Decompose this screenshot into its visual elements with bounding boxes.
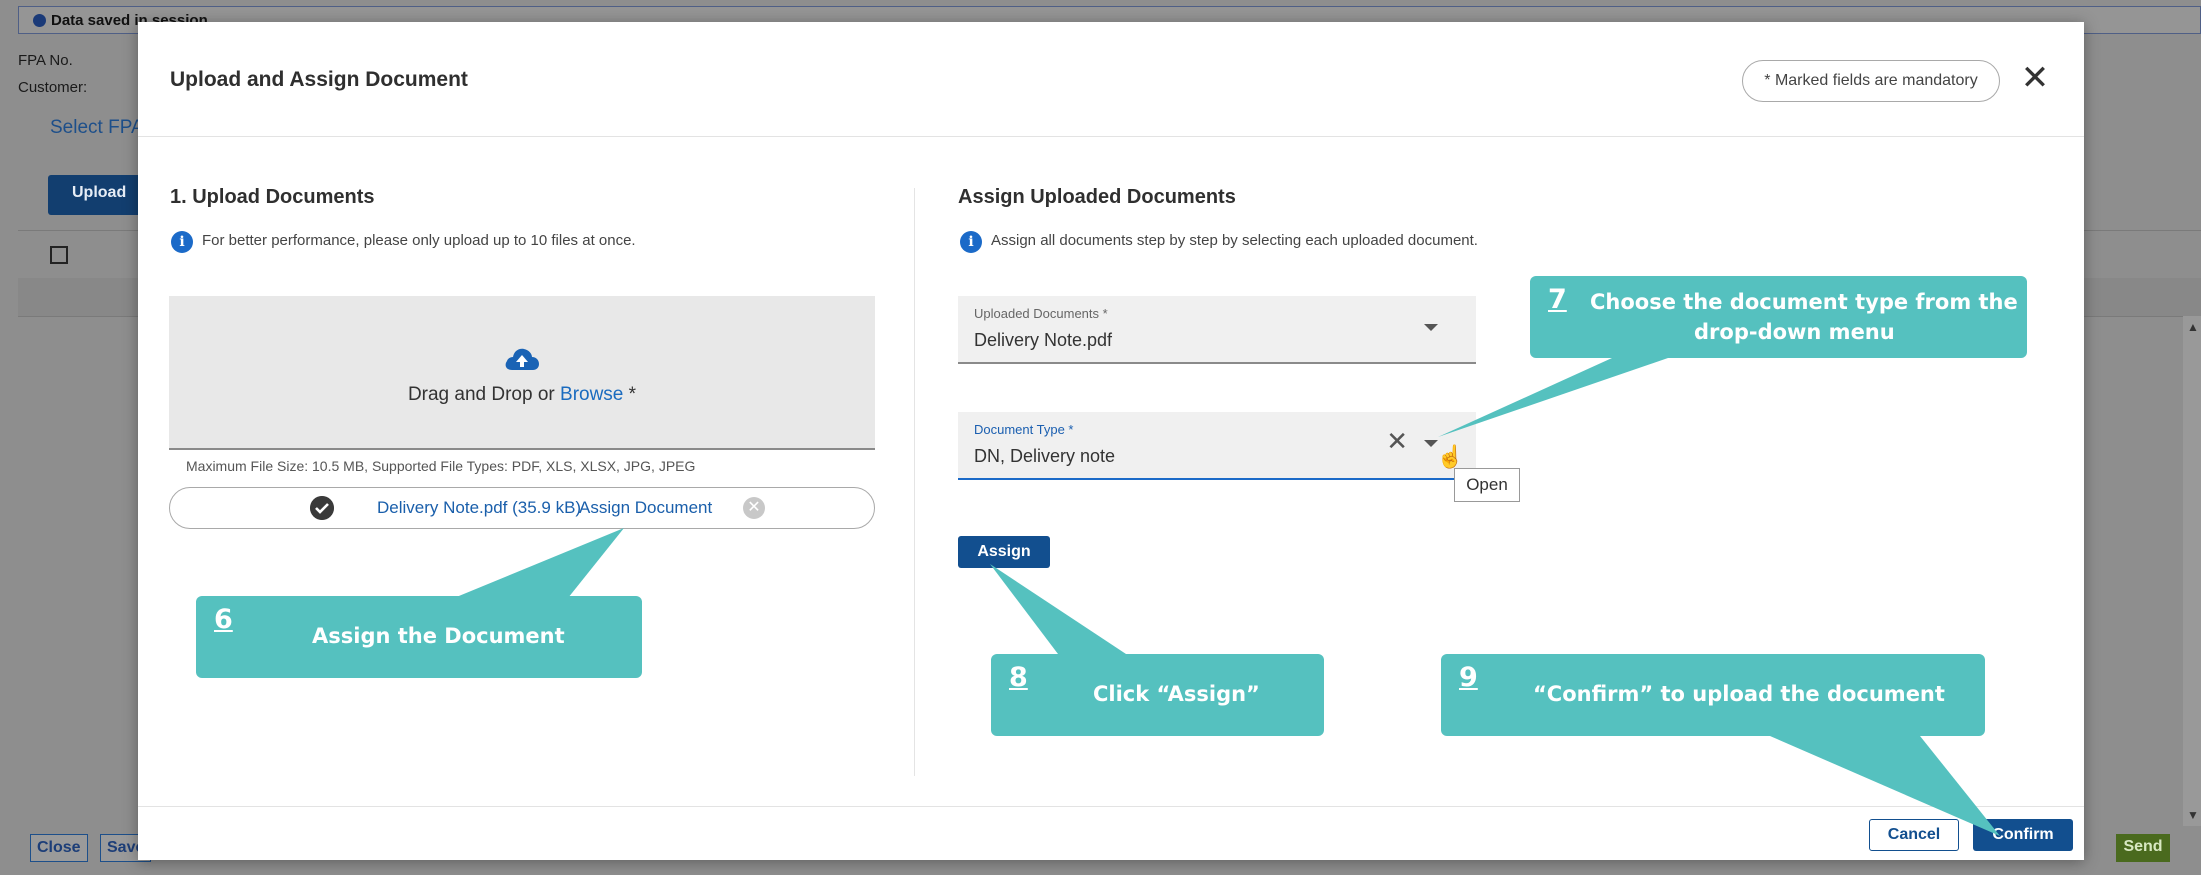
uploaded-documents-value: Delivery Note.pdf: [974, 330, 1113, 350]
document-type-label: Document Type *: [974, 422, 1074, 437]
clear-icon[interactable]: ✕: [1386, 426, 1408, 457]
info-icon: i: [960, 231, 982, 253]
info-icon: i: [171, 231, 193, 253]
scroll-up-icon[interactable]: ▲: [2187, 320, 2199, 334]
section-divider: [914, 188, 915, 776]
upload-section-title: 1. Upload Documents: [170, 186, 375, 208]
select-fpa-link[interactable]: Select FPA: [50, 117, 144, 139]
uploaded-documents-label: Uploaded Documents *: [974, 306, 1108, 321]
drop-text: Drag and Drop or: [407, 384, 561, 405]
upload-info-text: For better performance, please only uplo…: [202, 232, 636, 249]
hand-cursor-icon: ☝: [1436, 444, 1464, 469]
assign-document-link[interactable]: Assign Document: [579, 498, 712, 518]
drop-instructions: Drag and Drop or Browse *: [169, 384, 875, 406]
file-drop-zone[interactable]: Drag and Drop or Browse *: [169, 296, 875, 450]
fpa-label: FPA No.: [18, 52, 73, 69]
confirm-button[interactable]: Confirm: [1973, 819, 2073, 851]
uploaded-file-link[interactable]: Delivery Note.pdf (35.9 kB): [377, 498, 581, 518]
chevron-down-icon[interactable]: [1424, 324, 1438, 331]
cloud-upload-icon: [505, 348, 539, 370]
dialog-title: Upload and Assign Document: [170, 68, 468, 91]
document-type-value: DN, Delivery note: [974, 446, 1116, 466]
background-close-button[interactable]: Close: [30, 834, 88, 862]
file-size-note: Maximum File Size: 10.5 MB, Supported Fi…: [186, 458, 696, 474]
browse-link[interactable]: Browse: [560, 384, 623, 405]
dialog-header: Upload and Assign Document * Marked fiel…: [138, 22, 2084, 137]
required-star: *: [623, 384, 637, 405]
scroll-down-icon[interactable]: ▼: [2187, 808, 2199, 822]
uploaded-documents-select[interactable]: Uploaded Documents * Delivery Note.pdf: [958, 296, 1476, 364]
uploaded-file-item: Delivery Note.pdf (35.9 kB) Assign Docum…: [169, 487, 875, 529]
document-type-select[interactable]: Document Type * DN, Delivery note ✕ ☝: [958, 412, 1476, 480]
mandatory-fields-note: * Marked fields are mandatory: [1742, 60, 2000, 102]
cancel-button[interactable]: Cancel: [1869, 819, 1959, 851]
check-icon: [310, 496, 334, 520]
background-send-button[interactable]: Send: [2116, 834, 2170, 862]
open-tooltip: Open: [1454, 468, 1520, 502]
remove-file-icon[interactable]: ✕: [743, 497, 765, 519]
dialog-footer-divider: [138, 806, 2084, 807]
background-scrollbar[interactable]: ▲ ▼: [2183, 316, 2201, 826]
background-select-all-checkbox[interactable]: [50, 246, 68, 264]
assign-button[interactable]: Assign: [958, 536, 1050, 568]
upload-assign-dialog: Upload and Assign Document * Marked fiel…: [138, 22, 2084, 860]
assign-section-title: Assign Uploaded Documents: [958, 186, 1236, 208]
info-icon: [33, 14, 46, 27]
customer-label: Customer:: [18, 79, 88, 96]
assign-info-text: Assign all documents step by step by sel…: [991, 232, 1478, 249]
close-icon[interactable]: ✕: [2018, 61, 2052, 96]
